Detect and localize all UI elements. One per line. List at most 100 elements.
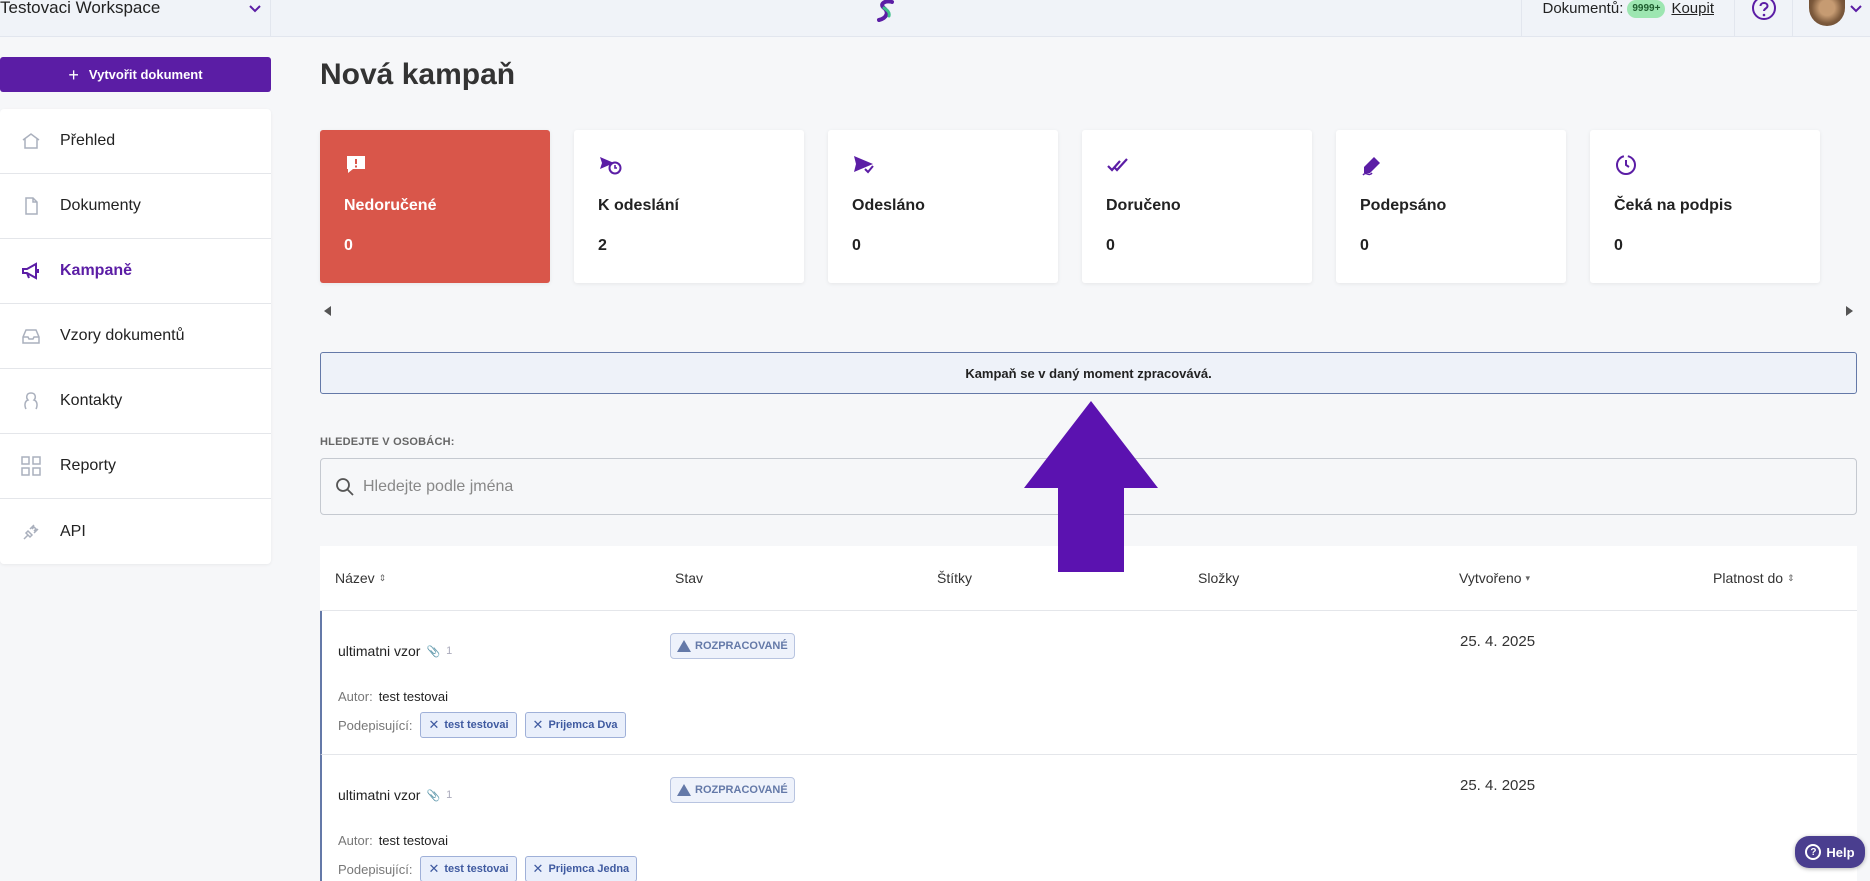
card-value: 0	[852, 237, 861, 254]
card-value: 0	[1360, 237, 1369, 254]
sidebar-item-label: API	[60, 522, 86, 540]
column-header-created[interactable]: Vytvořeno ▾	[1459, 570, 1530, 586]
signer-name: test testovai	[444, 863, 509, 875]
create-document-label: Vytvořit dokument	[88, 67, 203, 82]
send-icon	[854, 156, 874, 174]
sidebar-item-label: Reporty	[60, 457, 117, 474]
credits-label: Dokumentů:	[1542, 0, 1624, 17]
signer-chip[interactable]: ✕ Prijemca Jedna	[524, 856, 638, 881]
card-label: Odesláno	[852, 197, 925, 214]
clock-icon	[1616, 155, 1636, 175]
close-icon: ✕	[428, 861, 440, 876]
signer-chip[interactable]: ✕ test testovai	[420, 712, 517, 738]
search-icon	[336, 477, 354, 496]
app-logo-icon[interactable]	[873, 0, 899, 22]
buy-link[interactable]: Koupit	[1671, 0, 1714, 17]
row-name-text: ultimatni vzor	[338, 643, 421, 659]
plug-icon	[20, 521, 42, 543]
attachment-icon: 📎	[426, 645, 441, 658]
card-value: 2	[598, 237, 607, 254]
help-menu[interactable]	[1734, 0, 1792, 37]
sidebar-item-kontakty[interactable]: Kontakty	[0, 369, 271, 434]
column-header-label: Název	[335, 570, 375, 586]
author-value: test testovai	[378, 689, 449, 704]
double-check-icon	[1107, 158, 1128, 172]
help-button-label: Help	[1826, 844, 1855, 860]
sidebar-item-prehled[interactable]: Přehled	[0, 109, 271, 174]
user-menu[interactable]	[1792, 0, 1870, 37]
sort-icon: ⇕	[1787, 572, 1795, 583]
author-label: Autor:	[338, 833, 373, 848]
card-value: 0	[1106, 237, 1115, 254]
home-icon	[20, 130, 42, 152]
chevron-down-icon	[1850, 5, 1862, 13]
plus-icon: +	[68, 64, 79, 85]
workspace-name: Testovaci Workspace	[0, 0, 161, 17]
signer-chip[interactable]: ✕ test testovai	[420, 856, 517, 881]
credits-badge: 9999+	[1627, 0, 1666, 18]
create-document-button[interactable]: + Vytvořit dokument	[0, 57, 271, 92]
column-header-tags: Štítky	[937, 570, 972, 586]
column-header-label: Složky	[1198, 570, 1240, 586]
attachment-icon: 📎	[426, 789, 441, 802]
close-icon: ✕	[532, 861, 544, 876]
status-cards: Nedoručené 0 K odeslání 2 Odesláno 0 Dor…	[320, 130, 1820, 283]
scroll-left-icon[interactable]	[324, 306, 331, 316]
signers-label: Podepisující:	[338, 717, 413, 733]
chevron-down-icon	[249, 5, 261, 13]
author-label: Autor:	[338, 689, 373, 704]
contact-icon	[20, 390, 42, 412]
page-title: Nová kampaň	[320, 58, 516, 91]
signer-name: Prijemca Dva	[548, 719, 618, 731]
pen-icon	[1362, 157, 1380, 176]
status-badge: ROZPRACOVANÉ	[670, 777, 795, 803]
signer-chip[interactable]: ✕ Prijemca Dva	[524, 712, 626, 738]
status-card-odeslano[interactable]: Odesláno 0	[828, 130, 1058, 283]
workspace-switcher[interactable]: Testovaci Workspace	[0, 0, 271, 37]
sidebar-item-dokumenty[interactable]: Dokumenty	[0, 174, 271, 239]
scroll-right-icon[interactable]	[1846, 306, 1853, 316]
status-card-podepsano[interactable]: Podepsáno 0	[1336, 130, 1566, 283]
status-card-ceka-na-podpis[interactable]: Čeká na podpis 0	[1590, 130, 1820, 283]
close-icon: ✕	[532, 717, 544, 732]
avatar	[1809, 0, 1845, 26]
card-value: 0	[1614, 237, 1623, 254]
card-label: Doručeno	[1106, 197, 1181, 214]
grid-icon	[20, 455, 42, 477]
close-icon: ✕	[428, 717, 440, 732]
row-name[interactable]: ultimatni vzor 📎 1	[338, 643, 452, 659]
card-label: K odeslání	[598, 197, 679, 214]
signers-label: Podepisující:	[338, 861, 413, 877]
sidebar-item-kampane[interactable]: Kampaně	[0, 239, 271, 304]
status-card-doruceno[interactable]: Doručeno 0	[1082, 130, 1312, 283]
table-row[interactable]: ultimatni vzor 📎 1 ROZPRACOVANÉ 25. 4. 2…	[320, 611, 1857, 755]
status-text: ROZPRACOVANÉ	[695, 784, 788, 796]
card-label: Nedoručené	[344, 197, 437, 214]
status-card-nedorucene[interactable]: Nedoručené 0	[320, 130, 550, 283]
column-header-status: Stav	[675, 570, 703, 586]
row-name[interactable]: ultimatni vzor 📎 1	[338, 787, 452, 803]
status-card-k-odeslani[interactable]: K odeslání 2	[574, 130, 804, 283]
row-name-text: ultimatni vzor	[338, 787, 421, 803]
search-label: HLEDEJTE V OSOBÁCH:	[320, 436, 455, 448]
sidebar-item-vzory-dokumentu[interactable]: Vzory dokumentů	[0, 304, 271, 369]
row-signers: Podepisující: ✕ test testovai ✕ Prijemca D…	[338, 712, 626, 738]
sidebar-item-reporty[interactable]: Reporty	[0, 434, 271, 499]
status-badge: ROZPRACOVANÉ	[670, 633, 795, 659]
sort-icon: ⇕	[378, 572, 387, 583]
row-author: Autor: test testovai	[338, 833, 448, 848]
status-text: ROZPRACOVANÉ	[695, 640, 788, 652]
row-created: 25. 4. 2025	[1460, 633, 1536, 650]
column-header-label: Platnost do	[1713, 570, 1784, 586]
table-row[interactable]: ultimatni vzor 📎 1 ROZPRACOVANÉ 25. 4. 2…	[320, 755, 1857, 881]
help-circle-icon: ?	[1805, 844, 1822, 860]
column-header-valid-until[interactable]: Platnost do ⇕	[1713, 570, 1795, 586]
help-button[interactable]: ? Help	[1795, 836, 1865, 868]
row-author: Autor: test testovai	[338, 689, 448, 704]
row-signers: Podepisující: ✕ test testovai ✕ Prijemca J…	[338, 856, 638, 881]
row-created: 25. 4. 2025	[1460, 777, 1536, 794]
inbox-icon	[20, 325, 42, 347]
column-header-name[interactable]: Název ⇕	[335, 570, 386, 586]
processing-banner: Kampaň se v daný moment zpracovává.	[320, 352, 1857, 394]
sidebar-item-api[interactable]: API	[0, 499, 271, 564]
